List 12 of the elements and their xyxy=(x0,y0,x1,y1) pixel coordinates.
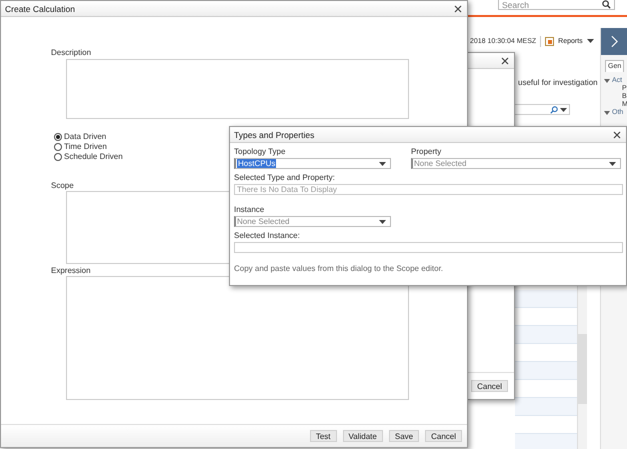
info-text: useful for investigation xyxy=(518,78,598,87)
field-label: Instance xyxy=(234,205,264,214)
field-label: Topology Type xyxy=(234,147,286,156)
field-label: Selected Instance: xyxy=(234,231,300,240)
field-label: Property xyxy=(411,147,442,156)
window-title: Types and Properties xyxy=(234,130,314,140)
field-label: Selected Type and Property: xyxy=(234,173,335,182)
field-label: Description xyxy=(51,48,92,57)
hint-text: Copy and paste values from this dialog to the Scope editor. xyxy=(234,264,444,273)
field-label: Expression xyxy=(51,266,91,275)
window-title: Create Calculation xyxy=(5,4,75,14)
field-label: Scope xyxy=(51,181,74,190)
